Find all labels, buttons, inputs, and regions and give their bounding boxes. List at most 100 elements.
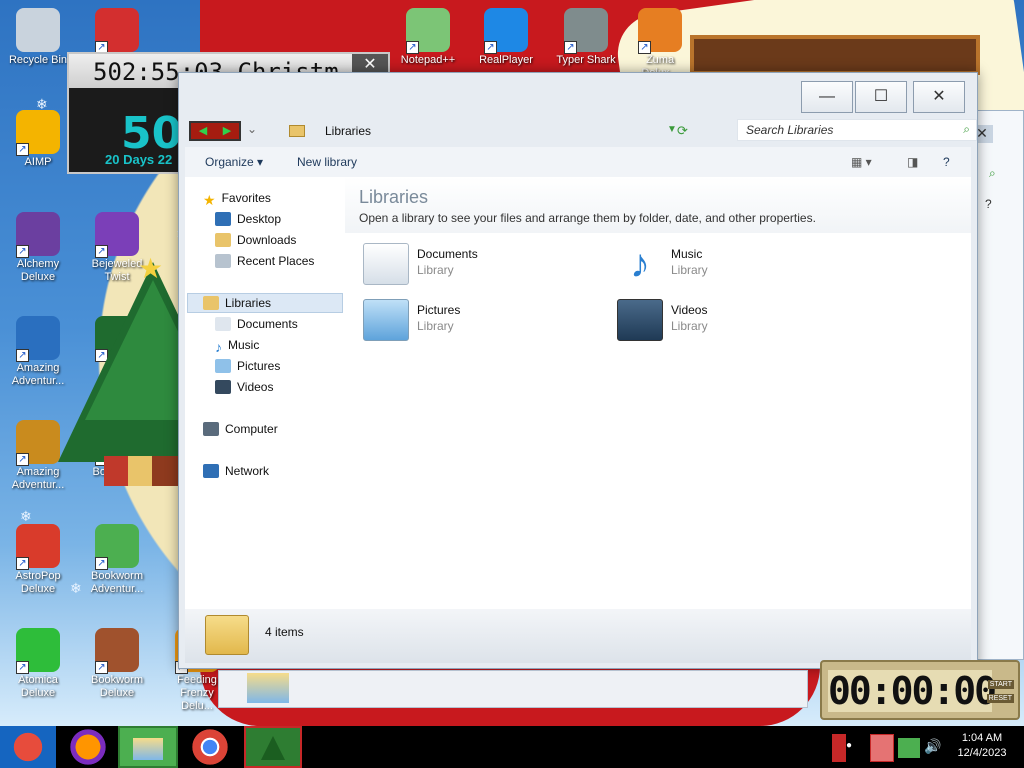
- network-tray-icon[interactable]: [898, 738, 920, 758]
- library-documents[interactable]: Documents Library: [363, 241, 583, 287]
- nav-documents[interactable]: Documents: [215, 317, 298, 331]
- search-icon[interactable]: ⌕: [963, 122, 970, 137]
- start-button[interactable]: START: [987, 680, 1014, 689]
- organize-button[interactable]: Organize ▾: [205, 155, 263, 169]
- typer-shark-icon: ↗: [564, 8, 608, 54]
- recycle-bin-icon: [16, 8, 60, 52]
- network-icon: [203, 464, 219, 478]
- preview-pane-icon[interactable]: ◨: [907, 155, 918, 169]
- search-icon[interactable]: ⌕: [989, 166, 996, 181]
- nav-buttons: ◀ ▶: [189, 121, 241, 141]
- snowflake-icon: ❄: [20, 508, 32, 524]
- tray-flag-icon[interactable]: [832, 734, 846, 762]
- back-button[interactable]: ◀: [191, 123, 215, 139]
- desktop-icon[interactable]: ↗ Atomica Deluxe: [6, 628, 70, 700]
- countdown-days: 20 Days 22: [105, 152, 173, 167]
- shortcut-arrow-icon: ↗: [638, 41, 651, 54]
- nav-desktop[interactable]: Desktop: [215, 212, 281, 226]
- nav-computer[interactable]: Computer: [203, 422, 278, 436]
- action-center-icon[interactable]: [870, 734, 894, 762]
- aimp-icon: ↗: [16, 110, 60, 156]
- recent-locations-chevron-icon[interactable]: ⌄: [247, 122, 257, 136]
- nav-downloads[interactable]: Downloads: [215, 233, 296, 247]
- desktop-icon[interactable]: ↗ AstroPop Deluxe: [6, 524, 70, 596]
- documents-icon: [363, 243, 409, 285]
- pictures-icon: [363, 299, 409, 341]
- shortcut-arrow-icon: ↗: [16, 557, 29, 570]
- window-preview-ghost: [218, 670, 808, 708]
- search-input[interactable]: Search Libraries ⌕: [737, 119, 977, 141]
- desktop-icon[interactable]: ↗ Bookworm Adventur...: [85, 524, 149, 596]
- shortcut-arrow-icon: ↗: [564, 41, 577, 54]
- explorer-taskbar-icon[interactable]: [118, 726, 178, 768]
- desktop-icon[interactable]: ↗ Bookworm Deluxe: [85, 628, 149, 700]
- nav-network-label: Network: [225, 464, 270, 478]
- notepad-plus-icon: ↗: [406, 8, 450, 54]
- shortcut-arrow-icon: ↗: [95, 245, 108, 258]
- library-folder-icon: [289, 125, 305, 137]
- minimize-button[interactable]: —: [801, 81, 853, 113]
- nav-libraries[interactable]: Libraries: [203, 296, 271, 310]
- stopwatch-widget[interactable]: 00:00:00 START RESET: [820, 660, 1020, 720]
- nav-documents-label: Documents: [237, 317, 298, 331]
- atomica-icon: ↗: [16, 628, 60, 674]
- new-library-button[interactable]: New library: [297, 155, 357, 169]
- forward-button[interactable]: ▶: [215, 123, 239, 139]
- title-bar[interactable]: — ☐ ✕: [179, 73, 977, 117]
- library-type: Library: [417, 263, 454, 277]
- chrome-icon[interactable]: [182, 726, 238, 768]
- help-icon[interactable]: ?: [985, 197, 992, 211]
- desktop-icon-label: Bookworm Deluxe: [91, 674, 143, 699]
- content-description: Open a library to see your files and arr…: [359, 211, 816, 225]
- help-button[interactable]: ?: [943, 155, 950, 169]
- taskbar-clock[interactable]: 1:04 AM 12/4/2023: [944, 731, 1020, 761]
- details-pane: 4 items: [185, 609, 971, 663]
- music-icon: ♪: [215, 339, 222, 355]
- library-pictures[interactable]: Pictures Library: [363, 297, 583, 343]
- desktop-icon[interactable]: Recycle Bin: [6, 8, 70, 67]
- astropop-icon: ↗: [16, 524, 60, 570]
- desktop-icon[interactable]: ↗ Notepad++: [396, 8, 460, 67]
- nav-favorites[interactable]: ★ Favorites: [203, 191, 271, 208]
- shortcut-arrow-icon: ↗: [16, 349, 29, 362]
- breadcrumb[interactable]: Libraries: [289, 124, 371, 138]
- recent-places-icon: [215, 254, 231, 268]
- nav-music[interactable]: ♪ Music: [215, 338, 259, 355]
- videos-icon: [215, 380, 231, 394]
- reset-button[interactable]: RESET: [986, 694, 1014, 703]
- desktop-icon: [215, 212, 231, 226]
- library-type: Library: [671, 263, 708, 277]
- documents-icon: [215, 317, 231, 331]
- library-music[interactable]: ♪ Music Library: [617, 241, 837, 287]
- tree-icon: [261, 736, 285, 760]
- maximize-button[interactable]: ☐: [855, 81, 907, 113]
- volume-icon[interactable]: 🔊: [924, 738, 941, 755]
- wallpaper-picture-frame: [690, 35, 980, 75]
- start-button-santa-icon[interactable]: [0, 726, 56, 768]
- view-options-icon[interactable]: ▦ ▾: [851, 155, 872, 169]
- christmas-tree-app-icon[interactable]: [244, 726, 302, 768]
- explorer-window[interactable]: — ☐ ✕ ◀ ▶ ⌄ Libraries ▼ ⟳ Search Librari…: [178, 72, 978, 669]
- desktop-icon[interactable]: ↗ RealPlayer: [474, 8, 538, 67]
- nav-pictures[interactable]: Pictures: [215, 359, 280, 373]
- amazing-adventures-2-icon: ↗: [16, 420, 60, 466]
- desktop-icon[interactable]: ↗Zuma Delux...: [628, 8, 692, 80]
- desktop-icon[interactable]: ↗ AIMP: [6, 110, 70, 169]
- nav-videos[interactable]: Videos: [215, 380, 273, 394]
- close-button[interactable]: ✕: [913, 81, 965, 113]
- folder-icon: [133, 738, 163, 760]
- alchemy-icon: ↗: [16, 212, 60, 258]
- refresh-icon[interactable]: ⟳: [677, 123, 688, 139]
- nav-recent-places[interactable]: Recent Places: [215, 254, 314, 268]
- desktop-icon[interactable]: ↗ Typer Shark: [554, 8, 618, 67]
- desktop-icon-label: AstroPop Deluxe: [15, 570, 61, 595]
- breadcrumb-libraries[interactable]: Libraries: [325, 124, 371, 138]
- tray-dot-icon[interactable]: ●: [846, 740, 852, 751]
- nav-desktop-label: Desktop: [237, 212, 282, 226]
- address-dropdown-icon[interactable]: ▼: [667, 124, 677, 135]
- nav-network[interactable]: Network: [203, 464, 269, 478]
- firefox-icon[interactable]: [60, 726, 116, 768]
- clock-date: 12/4/2023: [957, 747, 1007, 759]
- desktop-icon-label: Notepad++: [400, 54, 456, 66]
- library-videos[interactable]: Videos Library: [617, 297, 837, 343]
